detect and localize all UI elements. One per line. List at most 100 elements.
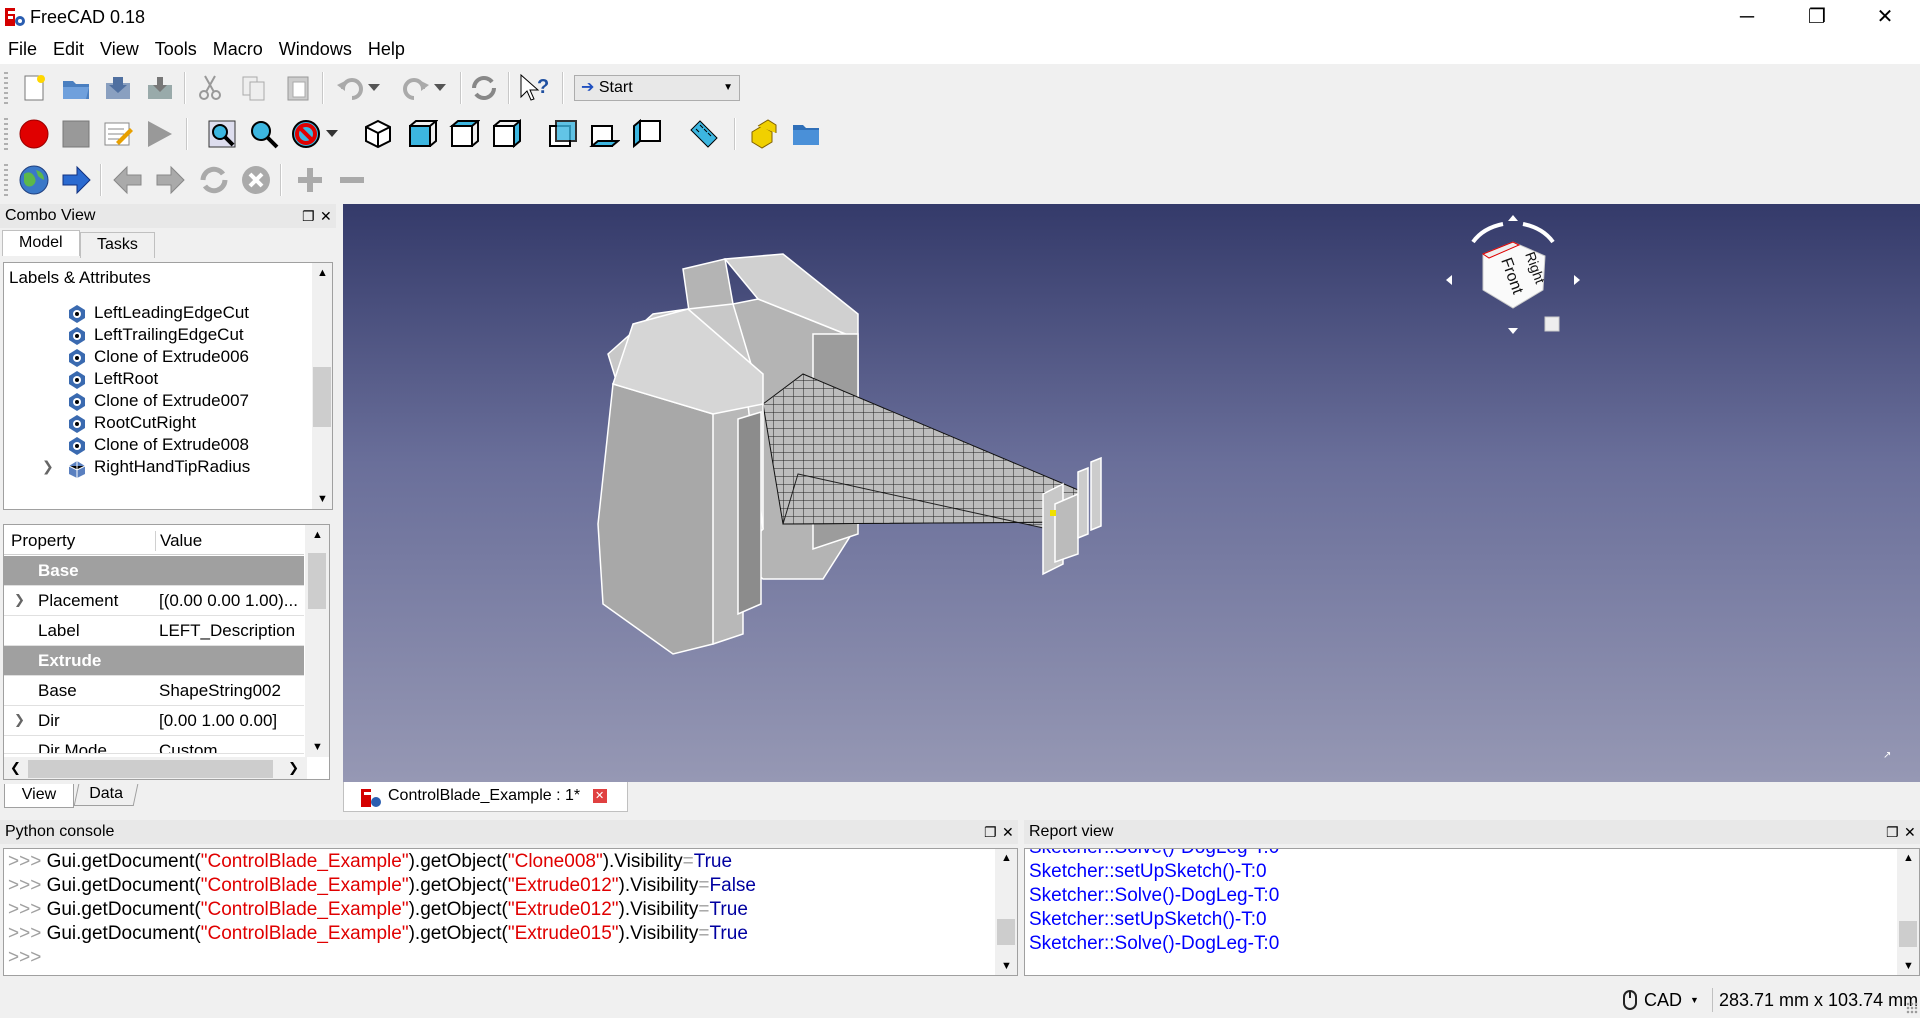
tree-scroll-thumb[interactable] [313,367,331,427]
paste-icon[interactable] [280,70,316,106]
float-icon[interactable]: ❐ [302,204,315,228]
navigate-forward-icon[interactable] [152,162,188,198]
tab-data[interactable]: Data [73,784,139,806]
copy-icon[interactable] [236,70,272,106]
fit-selection-icon[interactable] [246,116,282,152]
menu-macro[interactable]: Macro [213,39,263,60]
document-tab[interactable]: ControlBlade_Example : 1* ✕ [343,782,628,812]
scroll-up-icon[interactable]: ▲ [317,267,328,279]
property-row-label[interactable]: Label LEFT_Description [4,616,304,646]
scroll-left-icon[interactable]: ❮ [10,760,21,776]
tab-tasks[interactable]: Tasks [80,232,155,258]
toolbar-grip[interactable] [4,72,8,104]
toolbar-grip[interactable] [4,164,8,196]
navigate-back-icon[interactable] [110,162,146,198]
close-icon[interactable]: ✕ [1904,820,1916,844]
view-front-icon[interactable] [404,116,440,152]
report-view-output[interactable]: Sketcher::Solve()-DogLeg-T:0 Sketcher::s… [1024,848,1920,976]
expand-chevron-icon[interactable]: ❯ [14,592,25,608]
new-file-icon[interactable] [16,70,52,106]
tree-scrollbar[interactable]: ▲ ▼ [312,263,332,509]
create-group-icon[interactable] [788,116,824,152]
console-scrollbar[interactable]: ▲ ▼ [995,849,1017,975]
whats-this-icon[interactable]: ? [516,70,552,106]
reload-page-icon[interactable] [196,162,232,198]
property-group-extrude[interactable]: Extrude [4,646,304,676]
property-hscrollbar[interactable]: ❮ ❯ [4,757,307,779]
toolbar-grip[interactable] [4,118,8,150]
measure-distance-icon[interactable] [686,116,722,152]
scroll-down-icon[interactable]: ▼ [317,493,328,505]
property-scroll-thumb[interactable] [308,553,326,609]
python-console-output[interactable]: >>> Gui.getDocument("ControlBlade_Exampl… [3,848,1018,976]
macro-stop-icon[interactable] [58,116,94,152]
redo-icon[interactable] [398,70,434,106]
refresh-icon[interactable] [466,70,502,106]
console-scroll-thumb[interactable] [997,919,1015,945]
scroll-up-icon[interactable]: ▲ [1001,852,1012,864]
restore-button[interactable]: ❐ [1782,0,1852,34]
tab-model[interactable]: Model [2,230,80,256]
property-row-dir[interactable]: ❯ Dir [0.00 1.00 0.00] [4,706,304,736]
menu-help[interactable]: Help [368,39,405,60]
scroll-right-icon[interactable]: ❯ [288,760,299,776]
console-input-prompt[interactable]: >>> [8,947,41,969]
save-as-icon[interactable] [142,70,178,106]
property-row-base[interactable]: Base ShapeString002 [4,676,304,706]
scroll-down-icon[interactable]: ▼ [1001,960,1012,972]
menu-windows[interactable]: Windows [279,39,352,60]
view-bottom-icon[interactable] [586,116,622,152]
draw-style-icon[interactable] [288,116,324,152]
cut-icon[interactable] [192,70,228,106]
redo-dropdown-icon[interactable] [430,70,450,106]
navigation-style-selector[interactable]: CAD ▼ [1622,988,1699,1012]
tree-item[interactable]: RightHandTipRadius [66,454,250,480]
close-window-button[interactable]: ✕ [1850,0,1920,34]
property-group-base[interactable]: Base [4,556,304,586]
property-vscrollbar[interactable]: ▲ ▼ [305,525,329,757]
save-file-icon[interactable] [100,70,136,106]
view-isometric-icon[interactable] [360,116,396,152]
close-icon[interactable]: ✕ [1002,820,1014,844]
3d-viewport[interactable]: Front Right ↗ [343,204,1920,782]
report-scrollbar[interactable]: ▲ ▼ [1897,849,1919,975]
menu-tools[interactable]: Tools [155,39,197,60]
menu-view[interactable]: View [100,39,139,60]
menu-file[interactable]: File [8,39,37,60]
minimize-button[interactable]: ─ [1712,0,1782,34]
undo-icon[interactable] [332,70,368,106]
scroll-up-icon[interactable]: ▲ [1903,852,1914,864]
zoom-in-icon[interactable] [292,162,328,198]
resize-grip[interactable] [1906,1002,1918,1014]
expand-chevron-icon[interactable]: ❯ [42,458,54,475]
view-rear-icon[interactable] [544,116,580,152]
property-row-placement[interactable]: ❯ Placement [(0.00 0.00 1.00)... [4,586,304,616]
macro-execute-icon[interactable] [142,116,178,152]
workbench-selector[interactable]: ➔ Start ▼ [574,75,740,101]
report-scroll-thumb[interactable] [1899,921,1917,947]
property-row-dir-mode[interactable]: Dir Mode Custom [4,736,304,754]
expand-chevron-icon[interactable]: ❯ [14,712,25,728]
view-right-icon[interactable] [488,116,524,152]
view-top-icon[interactable] [446,116,482,152]
undo-dropdown-icon[interactable] [364,70,384,106]
float-icon[interactable]: ❐ [984,820,997,844]
open-file-icon[interactable] [58,70,94,106]
macro-edit-icon[interactable] [100,116,136,152]
fit-all-icon[interactable] [204,116,240,152]
view-left-icon[interactable] [628,116,664,152]
scroll-down-icon[interactable]: ▼ [312,741,323,753]
tab-view[interactable]: View [4,784,74,808]
close-icon[interactable]: ✕ [320,204,332,228]
property-hscroll-thumb[interactable] [28,760,273,778]
close-tab-icon[interactable]: ✕ [592,788,607,803]
stop-loading-icon[interactable] [238,162,274,198]
draw-style-dropdown-icon[interactable] [322,116,342,152]
float-icon[interactable]: ❐ [1886,820,1899,844]
macro-record-icon[interactable] [16,116,52,152]
globe-icon[interactable] [16,162,52,198]
scroll-down-icon[interactable]: ▼ [1903,960,1914,972]
navigation-cube[interactable]: Front Right [1443,212,1583,342]
navigate-go-icon[interactable] [58,162,94,198]
scroll-up-icon[interactable]: ▲ [312,529,323,541]
